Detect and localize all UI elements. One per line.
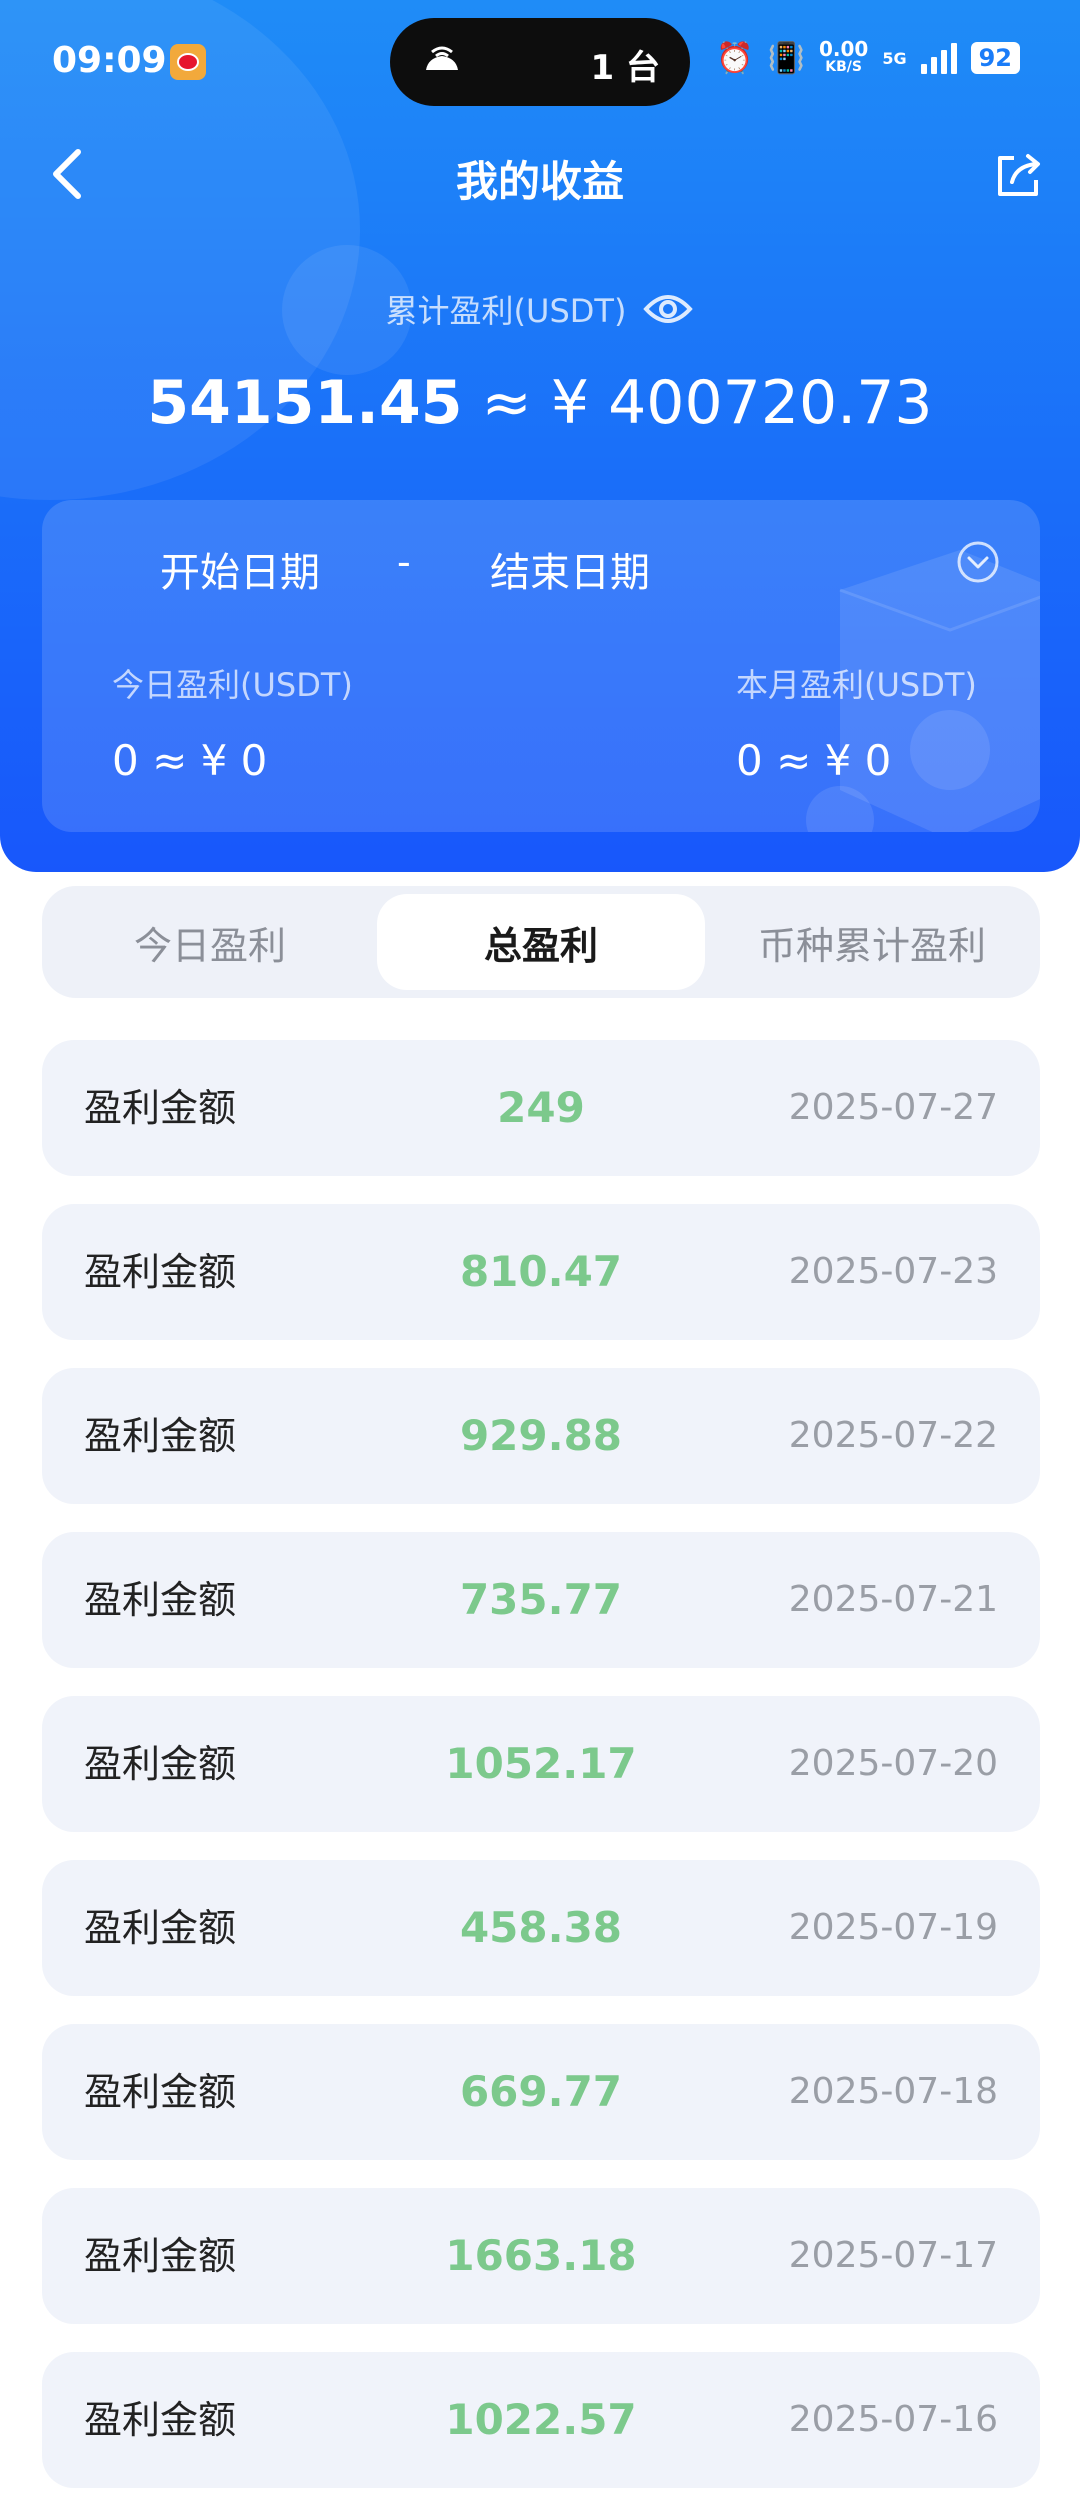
tab-total-profit[interactable]: 总盈利 <box>377 894 705 990</box>
cumulative-label: 累计盈利(USDT) <box>385 292 627 330</box>
date-separator: - <box>397 540 411 584</box>
alarm-icon: ⏰ <box>716 40 754 76</box>
list-item[interactable]: 盈利金额 1022.57 2025-07-16 <box>42 2352 1040 2488</box>
car-icon <box>426 46 458 70</box>
share-icon[interactable] <box>992 150 1044 202</box>
list-item[interactable]: 盈利金额 810.47 2025-07-23 <box>42 1204 1040 1340</box>
tab-coin-cumulative-profit[interactable]: 币种累计盈利 <box>708 894 1036 990</box>
network-type: 5G <box>882 48 907 68</box>
page-title: 我的收益 <box>455 157 624 206</box>
vibrate-icon: 📳 <box>767 40 805 76</box>
profit-record-list: 盈利金额 249 2025-07-27 盈利金额 810.47 2025-07-… <box>42 1040 1040 2516</box>
island-text: 1 台 <box>590 48 661 88</box>
weibo-app-icon <box>170 44 206 80</box>
list-item[interactable]: 盈利金额 929.88 2025-07-22 <box>42 1368 1040 1504</box>
eye-icon[interactable] <box>642 289 694 329</box>
list-item[interactable]: 盈利金额 669.77 2025-07-18 <box>42 2024 1040 2160</box>
list-item[interactable]: 盈利金额 458.38 2025-07-19 <box>42 1860 1040 1996</box>
record-date: 2025-07-27 <box>788 1087 998 1128</box>
status-icons: ⏰ 📳 0.00 KB/S 5G 92 <box>716 37 1020 76</box>
start-date-field[interactable]: 开始日期 <box>160 540 320 598</box>
record-date: 2025-07-20 <box>788 1743 998 1784</box>
list-item[interactable]: 盈利金额 735.77 2025-07-21 <box>42 1532 1040 1668</box>
profit-summary-card: 开始日期 - 结束日期 今日盈利(USDT) 0 ≈ ¥ 0 本月盈利(USDT… <box>42 500 1040 832</box>
signal-icon <box>920 42 957 74</box>
end-date-field[interactable]: 结束日期 <box>490 540 650 598</box>
today-profit-value: 0 ≈ ¥ 0 <box>112 736 268 785</box>
tab-today-profit[interactable]: 今日盈利 <box>46 894 374 990</box>
profit-tabs: 今日盈利 总盈利 币种累计盈利 <box>42 886 1040 998</box>
record-date: 2025-07-16 <box>788 2399 998 2440</box>
record-date: 2025-07-17 <box>788 2235 998 2276</box>
chevron-down-icon[interactable] <box>956 540 1000 584</box>
status-time: 09:09 <box>52 40 167 81</box>
cumulative-label-row: 累计盈利(USDT) <box>0 286 1080 332</box>
list-item[interactable]: 盈利金额 1663.18 2025-07-17 <box>42 2188 1040 2324</box>
today-profit-label: 今日盈利(USDT) <box>112 666 353 704</box>
record-date: 2025-07-18 <box>788 2071 998 2112</box>
battery-icon: 92 <box>970 42 1020 74</box>
record-date: 2025-07-21 <box>788 1579 998 1620</box>
header-panel: 09:09 1 台 ⏰ 📳 0.00 KB/S 5G 92 我的收益 累计盈利(… <box>0 0 1080 872</box>
record-date: 2025-07-23 <box>788 1251 998 1292</box>
list-item[interactable]: 盈利金额 1052.17 2025-07-20 <box>42 1696 1040 1832</box>
month-profit-value: 0 ≈ ¥ 0 <box>736 736 892 785</box>
net-speed: 0.00 KB/S <box>818 37 869 75</box>
record-date: 2025-07-22 <box>788 1415 998 1456</box>
list-item[interactable]: 盈利金额 249 2025-07-27 <box>42 1040 1040 1176</box>
cumulative-value: 54151.45 ≈ ¥ 400720.73 <box>147 368 933 438</box>
record-date: 2025-07-19 <box>788 1907 998 1948</box>
dynamic-island[interactable]: 1 台 <box>390 18 690 106</box>
month-profit-label: 本月盈利(USDT) <box>736 666 977 704</box>
